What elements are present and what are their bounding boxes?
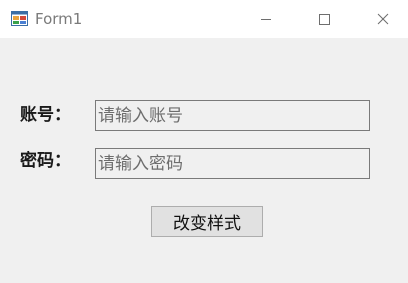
change-style-button[interactable]: 改变样式 — [151, 206, 263, 237]
password-input[interactable] — [95, 148, 370, 179]
form-client-area: 账号： 密码： 改变样式 — [0, 38, 408, 283]
close-button[interactable] — [360, 0, 406, 38]
maximize-button[interactable] — [301, 0, 347, 38]
window-title: Form1 — [35, 10, 83, 28]
account-label: 账号： — [20, 105, 71, 125]
close-icon — [377, 13, 389, 25]
winforms-app-icon — [11, 11, 28, 26]
title-bar[interactable]: Form1 — [0, 0, 408, 38]
password-label: 密码： — [20, 151, 71, 171]
account-input[interactable] — [95, 100, 370, 131]
form1-window: Form1 账号： 密码： 改变样式 — [0, 0, 408, 283]
maximize-icon — [319, 14, 330, 25]
minimize-button[interactable] — [243, 0, 289, 38]
minimize-icon — [261, 19, 271, 20]
